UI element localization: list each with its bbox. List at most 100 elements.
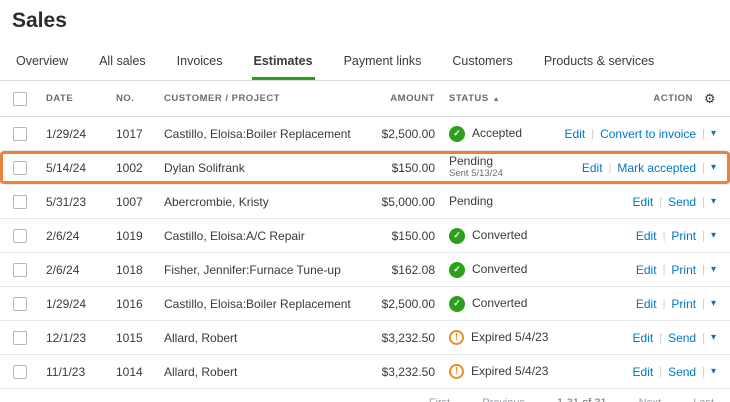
row-date: 5/31/23	[46, 194, 87, 209]
action-edit[interactable]: Edit	[582, 161, 603, 175]
action-separator: |	[702, 331, 705, 344]
row-date: 1/29/24	[46, 126, 87, 141]
action-dropdown-caret-icon[interactable]: ▾	[711, 196, 716, 207]
column-header-date[interactable]: DATE	[42, 93, 112, 104]
select-all-checkbox[interactable]	[13, 91, 27, 106]
row-checkbox[interactable]	[13, 330, 27, 345]
row-checkbox[interactable]	[13, 194, 27, 209]
action-dropdown-caret-icon[interactable]: ▾	[711, 162, 716, 173]
table-row[interactable]: 2/6/24 1018 Fisher, Jennifer:Furnace Tun…	[0, 253, 730, 287]
row-checkbox[interactable]	[13, 296, 27, 311]
row-status: ✓ Accepted	[445, 125, 565, 142]
row-checkbox[interactable]	[13, 364, 27, 379]
row-amount: $150.00	[391, 228, 435, 243]
status-label: Pending	[449, 194, 494, 208]
row-actions: Edit | Print | ▾	[565, 229, 730, 243]
pagination-previous[interactable]: Previous	[482, 397, 525, 402]
tab-estimates[interactable]: Estimates	[251, 46, 315, 80]
page-title: Sales	[12, 9, 67, 32]
column-header-status[interactable]: STATUS ▲	[445, 93, 565, 104]
accepted-check-icon: ✓	[449, 125, 465, 142]
row-customer: Castillo, Eloisa:Boiler Replacement	[164, 296, 351, 311]
tab-customers[interactable]: Customers	[450, 46, 514, 80]
row-checkbox[interactable]	[13, 160, 27, 175]
row-number: 1017	[116, 126, 143, 141]
row-checkbox[interactable]	[13, 262, 27, 277]
tab-invoices[interactable]: Invoices	[175, 46, 225, 80]
row-status: ! Expired 5/4/23	[445, 364, 565, 379]
row-actions: Edit | Send | ▾	[565, 195, 730, 209]
action-dropdown-caret-icon[interactable]: ▾	[711, 230, 716, 241]
action-send[interactable]: Send	[668, 331, 696, 345]
pagination-range: 1-31 of 31	[557, 397, 607, 402]
table-row[interactable]: 1/29/24 1016 Castillo, Eloisa:Boiler Rep…	[0, 287, 730, 321]
pagination-first[interactable]: First	[429, 397, 450, 402]
action-edit[interactable]: Edit	[636, 263, 657, 277]
row-status: ✓ Converted	[445, 261, 565, 278]
action-print[interactable]: Print	[671, 229, 696, 243]
action-convert-to-invoice[interactable]: Convert to invoice	[600, 127, 696, 141]
table-row[interactable]: 5/14/24 1002 Dylan Solifrank $150.00 Pen…	[0, 151, 730, 185]
action-edit[interactable]: Edit	[636, 229, 657, 243]
tab-products-services[interactable]: Products & services	[542, 46, 656, 80]
status-label: Converted	[472, 261, 528, 276]
estimates-table: DATE NO. CUSTOMER / PROJECT AMOUNT STATU…	[0, 81, 730, 389]
table-row[interactable]: 2/6/24 1019 Castillo, Eloisa:A/C Repair …	[0, 219, 730, 253]
row-checkbox[interactable]	[13, 126, 27, 141]
table-row[interactable]: 11/1/23 1014 Allard, Robert $3,232.50 ! …	[0, 355, 730, 389]
row-actions: Edit | Print | ▾	[565, 297, 730, 311]
action-send[interactable]: Send	[668, 195, 696, 209]
row-customer: Castillo, Eloisa:Boiler Replacement	[164, 126, 351, 141]
tab-payment-links[interactable]: Payment links	[342, 46, 424, 80]
action-print[interactable]: Print	[671, 297, 696, 311]
action-edit[interactable]: Edit	[565, 127, 586, 141]
action-separator: |	[662, 297, 666, 310]
column-header-customer[interactable]: CUSTOMER / PROJECT	[160, 93, 360, 104]
tab-overview[interactable]: Overview	[14, 46, 70, 80]
column-header-no[interactable]: NO.	[112, 93, 160, 104]
row-checkbox[interactable]	[13, 228, 27, 243]
tab-all-sales[interactable]: All sales	[97, 46, 148, 80]
action-dropdown-caret-icon[interactable]: ▾	[711, 332, 716, 343]
row-status: Pending	[445, 195, 565, 209]
status-label: Pending	[449, 155, 494, 169]
action-edit[interactable]: Edit	[633, 331, 654, 345]
sort-ascending-icon: ▲	[492, 96, 501, 103]
action-dropdown-caret-icon[interactable]: ▾	[711, 298, 716, 309]
table-row[interactable]: 1/29/24 1017 Castillo, Eloisa:Boiler Rep…	[0, 117, 730, 151]
row-number: 1018	[116, 262, 143, 277]
action-mark-accepted[interactable]: Mark accepted	[617, 161, 696, 175]
row-amount: $2,500.00	[381, 126, 435, 141]
action-edit[interactable]: Edit	[636, 297, 657, 311]
row-customer: Allard, Robert	[164, 364, 238, 379]
row-status: ✓ Converted	[445, 295, 565, 312]
action-separator: |	[591, 127, 595, 140]
pagination-next[interactable]: Next	[639, 397, 662, 402]
action-dropdown-caret-icon[interactable]: ▾	[711, 264, 716, 275]
row-number: 1002	[116, 160, 143, 175]
pagination-last[interactable]: Last	[693, 397, 714, 402]
action-separator: |	[659, 331, 663, 344]
sales-page: Sales Overview All sales Invoices Estimates…	[0, 0, 730, 402]
row-date: 11/1/23	[46, 364, 86, 379]
table-row[interactable]: 12/1/23 1015 Allard, Robert $3,232.50 ! …	[0, 321, 730, 355]
action-print[interactable]: Print	[671, 263, 696, 277]
action-send[interactable]: Send	[668, 365, 696, 379]
column-header-amount[interactable]: AMOUNT	[360, 93, 445, 104]
row-number: 1007	[116, 194, 143, 209]
action-dropdown-caret-icon[interactable]: ▾	[711, 128, 716, 139]
action-edit[interactable]: Edit	[633, 365, 654, 379]
action-dropdown-caret-icon[interactable]: ▾	[711, 366, 716, 377]
tab-bar: Overview All sales Invoices Estimates Paymen…	[0, 46, 730, 81]
converted-check-icon: ✓	[449, 295, 465, 312]
gear-icon[interactable]: ⚙	[704, 91, 716, 107]
action-separator: |	[702, 195, 705, 208]
table-header-row: DATE NO. CUSTOMER / PROJECT AMOUNT STATU…	[0, 81, 730, 117]
table-row[interactable]: 5/31/23 1007 Abercrombie, Kristy $5,000.…	[0, 185, 730, 219]
row-actions: Edit | Mark accepted | ▾	[565, 161, 730, 175]
row-date: 2/6/24	[46, 262, 80, 277]
action-edit[interactable]: Edit	[633, 195, 654, 209]
status-label: Converted	[472, 227, 528, 242]
row-customer: Abercrombie, Kristy	[164, 194, 269, 209]
row-number: 1016	[116, 296, 143, 311]
